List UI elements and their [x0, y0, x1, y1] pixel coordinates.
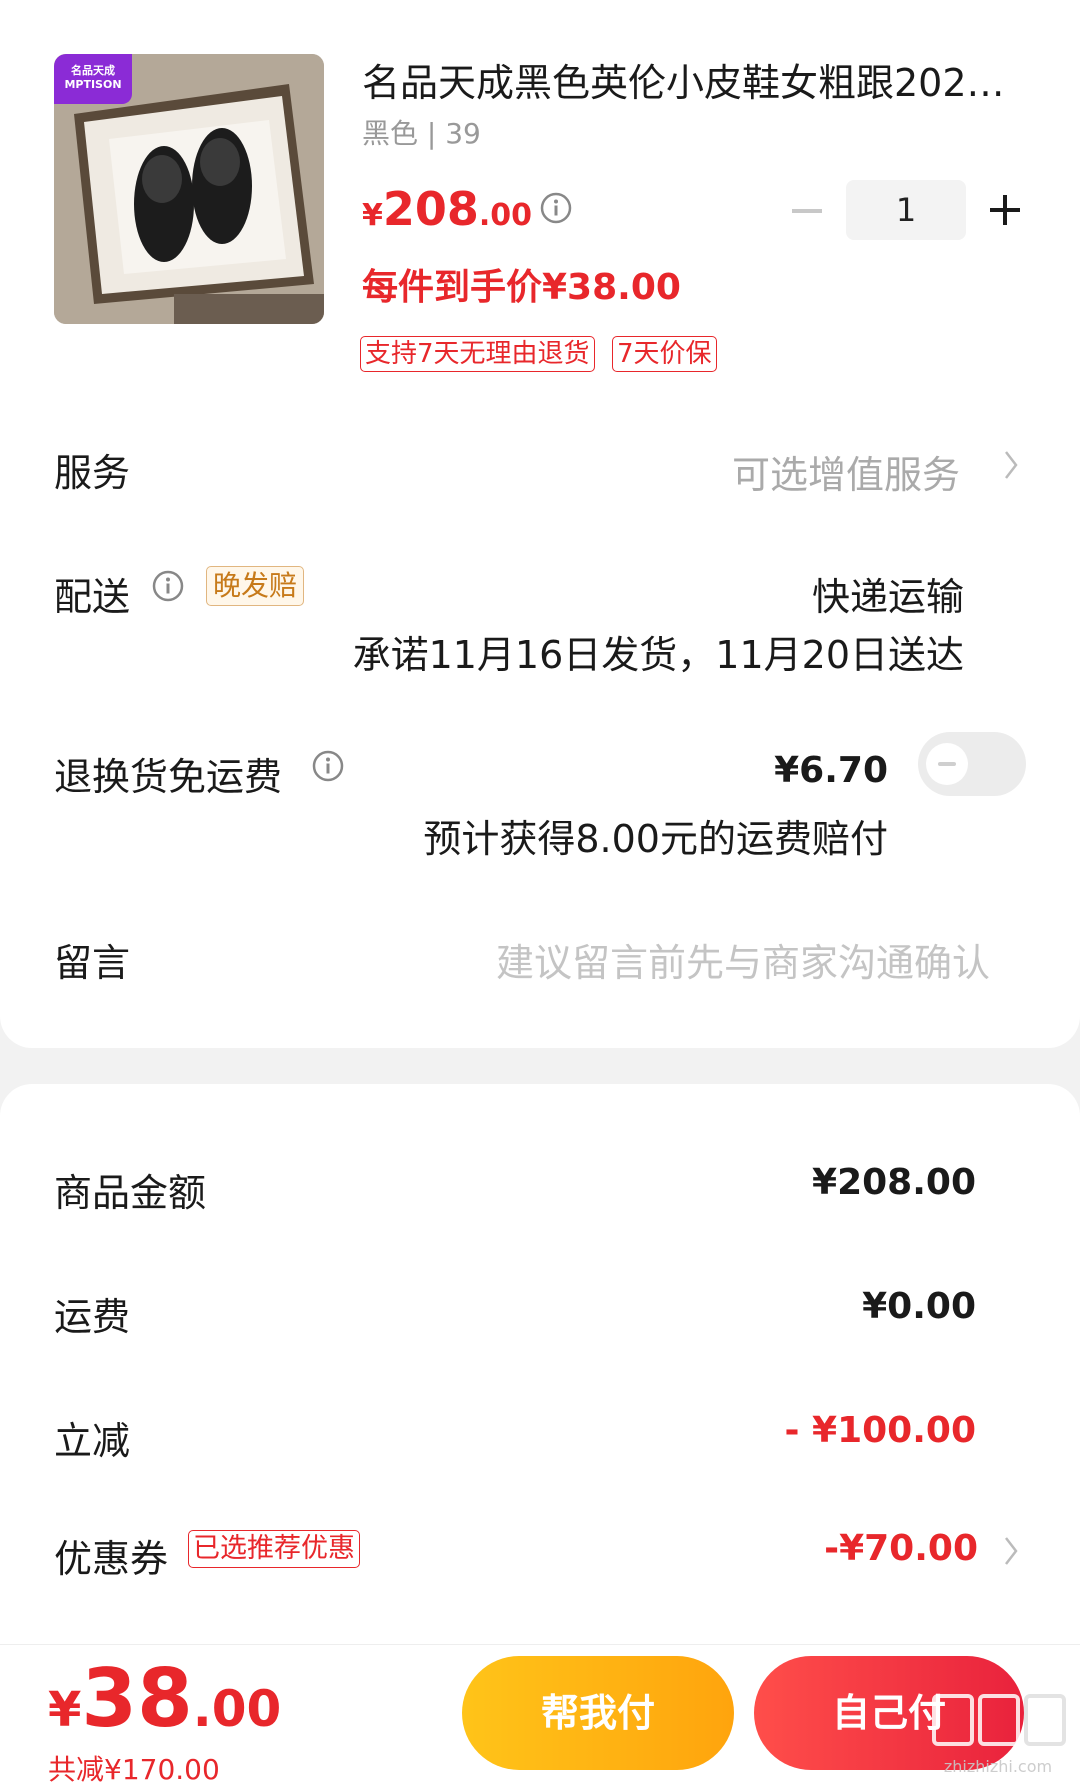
coupon-recommended-tag: 已选推荐优惠	[188, 1530, 360, 1568]
coupon-label: 优惠券	[54, 1537, 169, 1581]
total-integer: 38	[81, 1652, 193, 1745]
coupon-value[interactable]: -¥70.00	[824, 1528, 978, 1569]
total-currency: ¥	[48, 1682, 82, 1738]
shipping-fee-value: ¥0.00	[862, 1286, 976, 1327]
product-title[interactable]: 名品天成黑色英伦小皮鞋女粗跟2023…	[362, 58, 1022, 108]
goods-amount-value: ¥208.00	[812, 1162, 976, 1203]
total-saved: 共减¥170.00	[48, 1753, 220, 1786]
quantity-input[interactable]: 1	[846, 180, 966, 240]
total-price: ¥38.00	[48, 1652, 281, 1745]
instant-discount-value: - ¥100.00	[784, 1410, 976, 1451]
watermark-logo: zhizhizhi.com	[928, 1690, 1068, 1780]
return-shipping-price: ¥6.70	[774, 750, 888, 791]
service-value[interactable]: 可选增值服务	[732, 444, 960, 499]
info-icon[interactable]	[152, 570, 184, 602]
delivery-promise: 承诺11月16日发货，11月20日送达	[352, 633, 964, 677]
delivery-label: 配送	[54, 575, 131, 619]
svg-text:zhizhizhi.com: zhizhizhi.com	[944, 1757, 1052, 1776]
plus-icon[interactable]	[988, 193, 1022, 227]
tag-free-return: 支持7天无理由退货	[360, 336, 595, 372]
return-shipping-toggle[interactable]	[918, 732, 1026, 796]
tag-price-protect: 7天价保	[612, 336, 717, 372]
return-compensation-note: 预计获得8.00元的运费赔付	[423, 817, 888, 861]
watermark-icon: zhizhizhi.com	[932, 1694, 1066, 1776]
message-input[interactable]: 建议留言前先与商家沟通确认	[496, 932, 990, 987]
brand-badge: 名品天成 MPTISON	[54, 54, 132, 104]
shipping-fee-label: 运费	[54, 1295, 131, 1339]
toggle-knob	[926, 743, 968, 785]
late-delivery-tag: 晚发赔	[206, 566, 305, 606]
goods-amount-label: 商品金额	[54, 1171, 207, 1215]
chevron-right-icon[interactable]	[1002, 448, 1020, 482]
return-shipping-label: 退换货免运费	[54, 755, 283, 799]
price-currency: ¥	[362, 198, 383, 233]
chevron-right-icon[interactable]	[1002, 1534, 1020, 1568]
message-label: 留言	[54, 941, 131, 985]
product-price: ¥208.00	[362, 182, 532, 236]
price-decimal: .00	[478, 198, 533, 233]
service-label: 服务	[54, 451, 131, 495]
total-decimal: .00	[192, 1680, 282, 1738]
info-icon[interactable]	[312, 750, 344, 782]
minus-icon[interactable]	[790, 196, 824, 226]
price-integer: 208	[382, 182, 479, 236]
instant-discount-label: 立减	[54, 1419, 131, 1463]
info-icon[interactable]	[540, 192, 572, 224]
product-sku[interactable]: 黑色 | 39	[362, 112, 481, 152]
product-thumbnail[interactable]: 名品天成 MPTISON	[54, 54, 324, 324]
net-price: 每件到手价¥38.00	[362, 267, 681, 308]
help-me-pay-button[interactable]: 帮我付	[462, 1656, 734, 1770]
delivery-method[interactable]: 快递运输	[812, 566, 964, 621]
